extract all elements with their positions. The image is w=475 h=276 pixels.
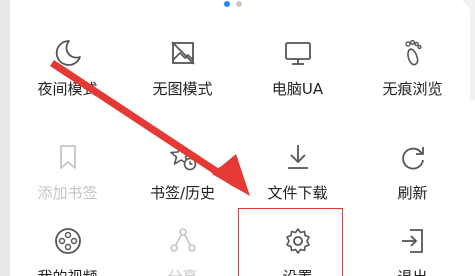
refresh-label: 刷新 <box>397 184 428 202</box>
download-icon <box>287 145 308 169</box>
bookmarks-history-button[interactable]: 书签/历史 <box>125 142 240 202</box>
moon-icon <box>55 40 81 66</box>
bookmark-icon <box>59 145 76 169</box>
share-button[interactable]: 分享 <box>125 226 240 276</box>
incognito-button[interactable]: 无痕浏览 <box>355 38 470 98</box>
my-videos-label: 我的视频 <box>10 268 125 276</box>
desktop-ua-button[interactable]: 电脑UA <box>240 38 355 98</box>
night-mode-label: 夜间模式 <box>37 80 98 98</box>
share-label: 分享 <box>125 268 240 276</box>
film-reel-icon <box>54 228 81 254</box>
file-download-button[interactable]: 文件下载 <box>240 142 355 202</box>
my-videos-button[interactable]: 我的视频 <box>10 226 125 276</box>
annotation-highlight-box <box>238 208 343 276</box>
no-image-icon <box>170 41 195 65</box>
exit-button[interactable]: 退出 <box>355 226 470 276</box>
file-download-label: 文件下载 <box>267 184 328 202</box>
share-icon <box>169 228 196 252</box>
star-history-icon <box>169 144 196 171</box>
no-image-mode-button[interactable]: 无图模式 <box>125 38 240 98</box>
incognito-label: 无痕浏览 <box>382 80 443 98</box>
night-mode-button[interactable]: 夜间模式 <box>10 38 125 98</box>
monitor-icon <box>284 42 311 65</box>
page-dot-active[interactable] <box>224 1 230 7</box>
exit-icon <box>401 229 423 253</box>
page-indicator <box>224 1 242 7</box>
exit-label: 退出 <box>355 268 470 276</box>
refresh-button[interactable]: 刷新 <box>355 142 470 202</box>
background-page-strip <box>0 0 10 276</box>
browser-menu-screen: 夜间模式 无图模式 电脑UA 无痕浏览 添加书签 书签/历史 文件下载 刷新 <box>0 0 475 276</box>
page-dot[interactable] <box>236 1 242 7</box>
bookmarks-history-label: 书签/历史 <box>149 184 216 202</box>
no-image-mode-label: 无图模式 <box>152 80 213 98</box>
footprint-icon <box>404 40 422 66</box>
add-bookmark-label: 添加书签 <box>37 184 98 202</box>
refresh-icon <box>401 147 424 170</box>
add-bookmark-button[interactable]: 添加书签 <box>10 142 125 202</box>
desktop-ua-label: 电脑UA <box>271 80 324 98</box>
